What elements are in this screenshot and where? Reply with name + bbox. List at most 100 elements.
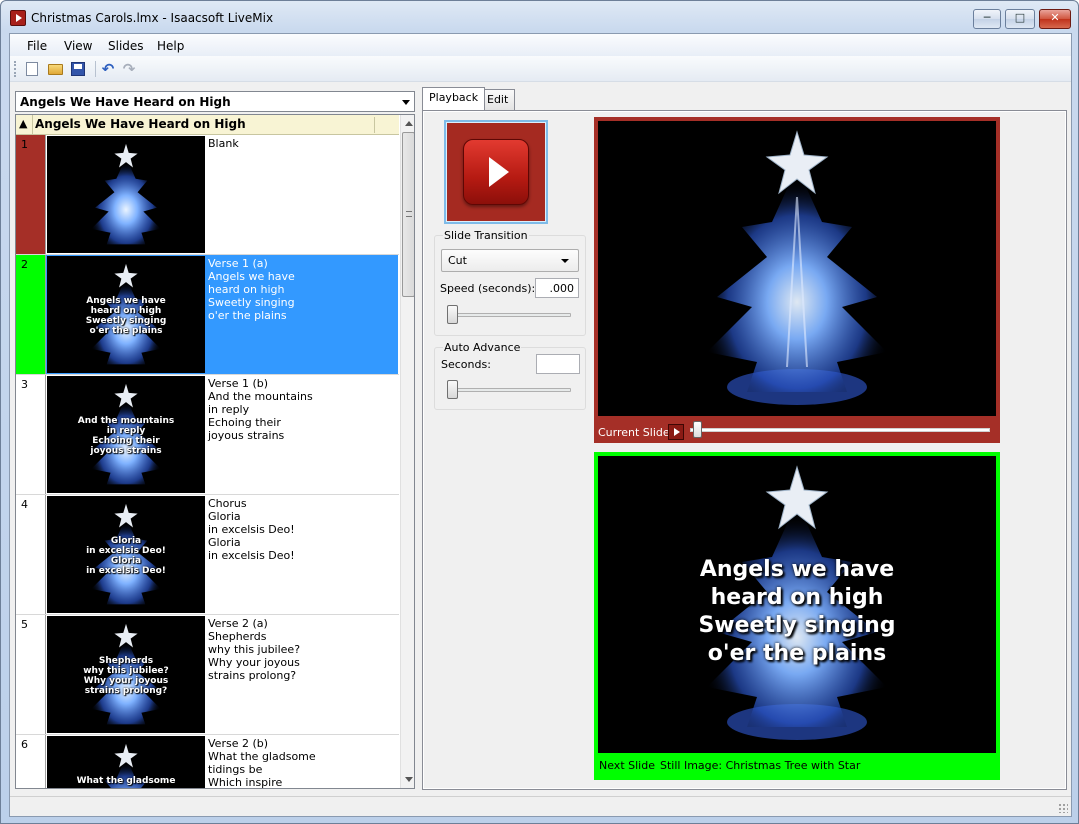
menu-view[interactable]: View <box>64 39 92 53</box>
slide-list[interactable]: ▲ Angels We Have Heard on High 1 Blank 2 <box>15 114 415 789</box>
current-slide-play-icon[interactable] <box>668 424 684 440</box>
slide-thumbnail[interactable]: What the gladsome <box>47 736 205 788</box>
current-slide-progress-track[interactable] <box>690 428 990 432</box>
slide-thumbnail[interactable] <box>47 136 205 253</box>
slide-list-header[interactable]: ▲ Angels We Have Heard on High <box>16 115 399 135</box>
current-slide-screen[interactable] <box>598 121 996 416</box>
slide-text: Blank <box>208 137 239 150</box>
open-icon <box>47 63 63 75</box>
toolbar-separator <box>95 61 96 77</box>
slide-thumbnail[interactable]: Gloria in excelsis Deo! Gloria in excels… <box>47 496 205 613</box>
slide-transition-label: Slide Transition <box>443 229 529 242</box>
slide-list-scrollbar[interactable] <box>400 115 414 788</box>
scroll-up-icon[interactable] <box>405 121 413 126</box>
app-icon[interactable] <box>10 10 26 26</box>
seconds-input[interactable] <box>536 354 580 374</box>
slide-number: 4 <box>16 495 46 614</box>
minimize-button[interactable]: ─ <box>973 9 1001 29</box>
tab-playback[interactable]: Playback <box>422 87 486 110</box>
menu-help[interactable]: Help <box>157 39 184 53</box>
scrollbar-grip-icon <box>406 211 412 217</box>
slide-text: Chorus Gloria in excelsis Deo! Gloria in… <box>208 497 295 562</box>
menu-bar: File View Slides Help <box>10 34 1071 56</box>
status-bar <box>10 796 1071 816</box>
minimize-icon: ─ <box>983 11 991 24</box>
app-window: Christmas Carols.lmx - Isaacsoft LiveMix… <box>0 0 1079 824</box>
playback-panel: Slide Transition Cut Speed (seconds): .0… <box>424 112 1065 788</box>
chevron-down-icon <box>561 259 569 263</box>
sort-ascending-icon[interactable]: ▲ <box>19 117 27 130</box>
transition-select[interactable]: Cut <box>441 249 579 272</box>
speed-input[interactable]: .000 <box>535 278 579 298</box>
menu-slides[interactable]: Slides <box>108 39 144 53</box>
scroll-down-icon[interactable] <box>405 777 413 782</box>
close-button[interactable]: ✕ <box>1039 9 1071 29</box>
chevron-down-icon[interactable] <box>402 100 410 105</box>
current-slide-progress-thumb[interactable] <box>693 421 702 438</box>
slide-thumbnail[interactable]: Shepherds why this jubilee? Why your joy… <box>47 616 205 733</box>
resize-grip-icon[interactable] <box>1058 803 1068 813</box>
speed-slider-track[interactable] <box>449 313 571 317</box>
slide-row[interactable]: 2 Angels we have heard on high Sweetly s… <box>16 255 399 375</box>
slide-number: 6 <box>16 735 46 788</box>
slide-row[interactable]: 5 Shepherds why this jubilee? Why your j… <box>16 615 399 735</box>
auto-advance-group: Auto Advance Seconds: <box>434 341 586 410</box>
christmas-tree-image <box>707 130 887 405</box>
slide-list-header-title: Angels We Have Heard on High <box>35 117 246 131</box>
save-button[interactable] <box>69 60 87 78</box>
slide-number: 2 <box>16 255 46 374</box>
header-divider <box>32 115 33 135</box>
next-slide-caption: Next Slide <box>599 759 655 772</box>
slide-number: 1 <box>16 135 46 254</box>
slide-text: Verse 2 (b) What the gladsome tidings be… <box>208 737 316 789</box>
christmas-tree-image <box>91 143 161 245</box>
next-slide-screen[interactable]: Angels we have heard on high Sweetly sin… <box>598 456 996 753</box>
speed-label: Speed (seconds): <box>440 282 536 295</box>
save-icon <box>71 62 85 76</box>
slide-thumbnail[interactable]: Angels we have heard on high Sweetly sin… <box>46 255 206 374</box>
header-divider <box>374 117 375 133</box>
song-select[interactable]: Angels We Have Heard on High <box>15 91 415 112</box>
title-bar[interactable]: Christmas Carols.lmx - Isaacsoft LiveMix… <box>1 1 1078 33</box>
open-button[interactable] <box>46 60 64 78</box>
auto-advance-label: Auto Advance <box>443 341 522 354</box>
slide-thumbnail-lyric: Gloria in excelsis Deo! Gloria in excels… <box>86 536 166 576</box>
toolbar-grip[interactable] <box>14 61 16 77</box>
menu-file[interactable]: File <box>27 39 47 53</box>
maximize-icon: □ <box>1014 11 1026 24</box>
scrollbar-thumb[interactable] <box>402 132 414 297</box>
next-slide-info: Still Image: Christmas Tree with Star <box>660 759 861 772</box>
speed-slider-thumb[interactable] <box>447 305 458 324</box>
slide-row[interactable]: 3 And the mountains in reply Echoing the… <box>16 375 399 495</box>
slide-row[interactable]: 6 What the gladsome Verse 2 (b) What the… <box>16 735 399 789</box>
slide-transition-group: Slide Transition Cut Speed (seconds): .0… <box>434 229 586 336</box>
next-slide-panel: Angels we have heard on high Sweetly sin… <box>594 452 1000 780</box>
current-slide-caption: Current Slide <box>598 426 670 439</box>
undo-icon: ↶ <box>101 60 115 78</box>
slide-thumbnail[interactable]: And the mountains in reply Echoing their… <box>47 376 205 493</box>
next-slide-lyric: Angels we have heard on high Sweetly sin… <box>698 557 896 666</box>
slide-thumbnail-lyric: Angels we have heard on high Sweetly sin… <box>85 296 167 336</box>
slide-row[interactable]: 1 Blank <box>16 135 399 255</box>
toolbar: ↶ ↷ <box>10 56 1071 82</box>
new-button[interactable] <box>23 60 41 78</box>
seconds-slider-track[interactable] <box>449 388 571 392</box>
slide-text: Verse 1 (b) And the mountains in reply E… <box>208 377 313 442</box>
song-select-value: Angels We Have Heard on High <box>20 95 231 109</box>
seconds-label: Seconds: <box>441 358 491 371</box>
current-slide-panel: Current Slide <box>594 117 1000 443</box>
playback-tab-page: Slide Transition Cut Speed (seconds): .0… <box>422 110 1067 790</box>
tab-edit[interactable]: Edit <box>480 89 516 110</box>
redo-button[interactable]: ↷ <box>120 60 138 78</box>
play-icon <box>463 139 529 205</box>
slide-number: 5 <box>16 615 46 734</box>
client-area: File View Slides Help ↶ ↷ Angels We Have… <box>9 33 1072 817</box>
seconds-slider-thumb[interactable] <box>447 380 458 399</box>
undo-button[interactable]: ↶ <box>99 60 117 78</box>
play-button[interactable] <box>444 120 548 224</box>
slide-thumbnail-lyric: And the mountains in reply Echoing their… <box>77 416 175 456</box>
window-title: Christmas Carols.lmx - Isaacsoft LiveMix <box>31 11 274 25</box>
maximize-button[interactable]: □ <box>1005 9 1035 29</box>
slide-row[interactable]: 4 Gloria in excelsis Deo! Gloria in exce… <box>16 495 399 615</box>
new-icon <box>26 62 38 76</box>
